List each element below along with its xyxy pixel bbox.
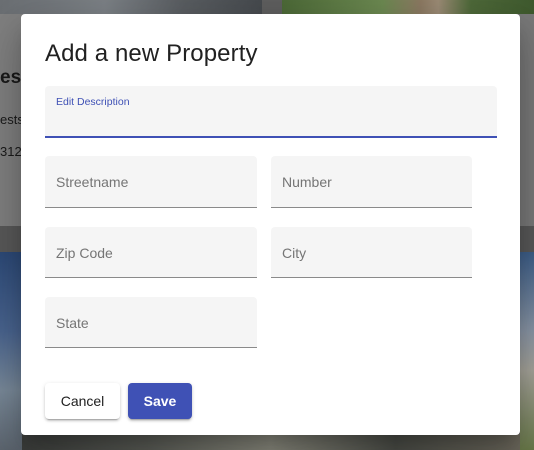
property-photo — [520, 252, 534, 450]
description-label: Edit Description — [56, 96, 130, 108]
property-photo — [282, 0, 534, 14]
add-property-dialog: Add a new Property Edit Description Stre… — [21, 14, 520, 435]
dialog-title: Add a new Property — [45, 40, 258, 67]
description-field[interactable]: Edit Description — [45, 86, 497, 138]
state-field[interactable]: State — [45, 297, 257, 348]
zip-code-placeholder: Zip Code — [56, 245, 113, 261]
number-placeholder: Number — [282, 174, 332, 190]
streetname-field[interactable]: Streetname — [45, 156, 257, 208]
property-photo — [0, 252, 22, 450]
cancel-button[interactable]: Cancel — [45, 383, 120, 419]
city-placeholder: City — [282, 245, 307, 261]
property-photo — [0, 0, 262, 14]
number-field[interactable]: Number — [271, 156, 472, 208]
property-photo — [22, 434, 520, 450]
city-field[interactable]: City — [271, 227, 472, 278]
save-button[interactable]: Save — [128, 383, 192, 419]
state-placeholder: State — [56, 315, 89, 331]
streetname-placeholder: Streetname — [56, 174, 129, 190]
zip-code-field[interactable]: Zip Code — [45, 227, 257, 278]
